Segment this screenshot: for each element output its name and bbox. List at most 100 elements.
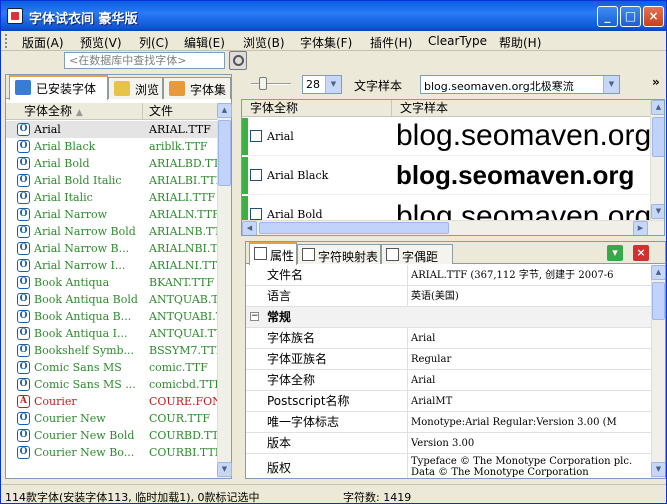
mark-checkbox[interactable] bbox=[250, 169, 262, 181]
property-row[interactable]: 语言 英语(美国) bbox=[246, 286, 651, 307]
font-name: Book Antiqua bbox=[34, 276, 110, 289]
column-header-fullname[interactable]: 字体全称 ▲ bbox=[6, 103, 143, 120]
scroll-left-icon[interactable]: ◀ bbox=[242, 221, 257, 235]
font-list-item[interactable]: O Courier New Bo... COURBI.TTF bbox=[6, 444, 217, 461]
opentype-font-icon: O bbox=[17, 174, 30, 187]
font-list-item[interactable]: O Book Antiqua BKANT.TTF bbox=[6, 274, 217, 291]
opentype-font-icon: O bbox=[17, 208, 30, 221]
size-slider-track[interactable] bbox=[251, 83, 291, 85]
font-list-item[interactable]: O Arial Italic ARIALI.TTF bbox=[6, 189, 217, 206]
title-bar[interactable]: 字体试衣间 豪华版 _ □ × bbox=[1, 1, 666, 31]
font-list-item[interactable]: O Arial Bold ARIALBD.TTF bbox=[6, 155, 217, 172]
tab-kerning[interactable]: 字偶距 bbox=[381, 244, 453, 264]
menu-edit[interactable]: 编辑(E) bbox=[184, 34, 225, 51]
font-list-item[interactable]: O Arial Bold Italic ARIALBI.TTF bbox=[6, 172, 217, 189]
scroll-down-icon[interactable]: ▼ bbox=[651, 204, 664, 219]
font-name: Arial Narrow Bold bbox=[34, 225, 136, 238]
font-list-item[interactable]: A Courier COURE.FON bbox=[6, 393, 217, 410]
font-list-scrollbar[interactable]: ▲ ▼ bbox=[217, 103, 232, 478]
font-list-item[interactable]: O Comic Sans MS ... comicbd.TTF bbox=[6, 376, 217, 393]
property-row[interactable]: Postscript名称 ArialMT bbox=[246, 391, 651, 412]
property-row[interactable]: 字体亚族名 Regular bbox=[246, 349, 651, 370]
sample-hscrollbar[interactable]: ◀ ▶ bbox=[242, 220, 664, 235]
scroll-up-icon[interactable]: ▲ bbox=[651, 100, 664, 115]
menu-layout[interactable]: 版面(A) bbox=[22, 34, 64, 51]
font-list-item[interactable]: O Book Antiqua I... ANTQUAI.TTF bbox=[6, 325, 217, 342]
column-header-fullname[interactable]: 字体全称 bbox=[242, 100, 392, 117]
opentype-font-icon: O bbox=[17, 412, 30, 425]
font-list-item[interactable]: O Book Antiqua B... ANTQUABI.TTF bbox=[6, 308, 217, 325]
scroll-right-icon[interactable]: ▶ bbox=[633, 221, 648, 235]
font-list-item[interactable]: O Book Antiqua Bold ANTQUAB.TTF bbox=[6, 291, 217, 308]
sample-vscrollbar[interactable]: ▲ ▼ bbox=[650, 100, 664, 220]
column-header-file[interactable]: 文件 bbox=[143, 103, 217, 120]
font-list-item[interactable]: O Arial Narrow Bold ARIALNB.TTF bbox=[6, 223, 217, 240]
property-row[interactable]: 字体族名 Arial bbox=[246, 328, 651, 349]
property-row[interactable]: 版权 Typeface © The Monotype Corporation pl… bbox=[246, 454, 651, 478]
property-row[interactable]: 唯一字体标志 Monotype:Arial Regular:Version 3.0… bbox=[246, 412, 651, 433]
menu-columns[interactable]: 列(C) bbox=[139, 34, 169, 51]
mark-checkbox[interactable] bbox=[250, 208, 262, 220]
minimize-button[interactable]: _ bbox=[597, 6, 618, 27]
font-list-item[interactable]: O Comic Sans MS comic.TTF bbox=[6, 359, 217, 376]
scroll-thumb[interactable] bbox=[652, 282, 665, 320]
collapse-panel-icon[interactable]: ▾ bbox=[607, 245, 623, 261]
font-list-item[interactable]: O Arial Narrow I... ARIALNI.TTF bbox=[6, 257, 217, 274]
tab-properties[interactable]: 属性 bbox=[249, 242, 297, 265]
tab-installed-fonts[interactable]: 已安装字体 bbox=[9, 75, 108, 100]
property-value: Arial bbox=[411, 375, 436, 386]
font-size-select[interactable]: 28 ▼ bbox=[302, 75, 342, 94]
chevron-down-icon[interactable]: ▼ bbox=[325, 76, 341, 93]
document-icon bbox=[254, 247, 267, 260]
menu-cleartype[interactable]: ClearType bbox=[428, 34, 487, 48]
menu-browse[interactable]: 浏览(B) bbox=[243, 34, 285, 51]
font-list-item[interactable]: O Arial ARIAL.TTF bbox=[6, 121, 217, 138]
collapse-icon[interactable]: − bbox=[250, 312, 259, 321]
mark-checkbox[interactable] bbox=[250, 130, 262, 142]
search-input[interactable]: <在数据库中查找字体> bbox=[64, 52, 225, 69]
font-list-item[interactable]: O Bookshelf Symb... BSSYM7.TTF bbox=[6, 342, 217, 359]
scroll-thumb[interactable] bbox=[652, 117, 664, 157]
scroll-thumb[interactable] bbox=[259, 222, 449, 234]
font-file: ARIALNI.TTF bbox=[149, 259, 217, 272]
scroll-down-icon[interactable]: ▼ bbox=[651, 462, 665, 477]
maximize-button[interactable]: □ bbox=[620, 6, 641, 27]
menu-plugins[interactable]: 插件(H) bbox=[370, 34, 412, 51]
size-slider-knob[interactable] bbox=[259, 77, 267, 90]
menu-fontset[interactable]: 字体集(F) bbox=[300, 34, 352, 51]
menu-help[interactable]: 帮助(H) bbox=[499, 34, 541, 51]
property-row[interactable]: 版本 Version 3.00 bbox=[246, 433, 651, 454]
overflow-chevron-icon[interactable]: » bbox=[652, 75, 660, 89]
property-row[interactable]: 文件名 ARIAL.TTF (367,112 字节, 创建于 2007-6 bbox=[246, 265, 651, 286]
font-list-item[interactable]: O Arial Narrow ARIALN.TTF bbox=[6, 206, 217, 223]
opentype-font-icon: O bbox=[17, 140, 30, 153]
property-value: Monotype:Arial Regular:Version 3.00 (M bbox=[411, 417, 617, 428]
scroll-up-icon[interactable]: ▲ bbox=[217, 103, 232, 118]
property-row[interactable]: 字体全称 Arial bbox=[246, 370, 651, 391]
scroll-down-icon[interactable]: ▼ bbox=[217, 462, 232, 477]
tab-browse[interactable]: 浏览 bbox=[108, 77, 163, 99]
font-list-item[interactable]: O Arial Narrow B... ARIALNBI.TTF bbox=[6, 240, 217, 257]
grid-icon bbox=[302, 248, 315, 261]
scroll-thumb[interactable] bbox=[218, 120, 231, 186]
tab-font-sets[interactable]: 字体集 bbox=[163, 77, 231, 99]
opentype-font-icon: O bbox=[17, 191, 30, 204]
properties-scrollbar[interactable]: ▲ ▼ bbox=[651, 265, 665, 478]
close-panel-icon[interactable]: × bbox=[633, 245, 649, 261]
sample-text-select[interactable]: blog.seomaven.org北极寒流 ▼ bbox=[420, 75, 620, 94]
search-icon[interactable] bbox=[229, 51, 247, 70]
font-list-item[interactable]: O Arial Black ariblk.TTF bbox=[6, 138, 217, 155]
column-header-sample[interactable]: 文字样本 bbox=[392, 100, 652, 117]
font-list-item[interactable]: O Courier New COUR.TTF bbox=[6, 410, 217, 427]
tab-charmap[interactable]: 字符映射表 bbox=[297, 244, 381, 264]
sample-row[interactable]: Arial blog.seomaven.org bbox=[242, 118, 652, 156]
selection-marker bbox=[242, 157, 248, 194]
sample-row[interactable]: Arial Black blog.seomaven.org bbox=[242, 157, 652, 195]
font-list-item[interactable]: O Courier New Bold COURBD.TTF bbox=[6, 427, 217, 444]
menu-preview[interactable]: 预览(V) bbox=[80, 34, 122, 51]
close-button[interactable]: × bbox=[643, 6, 664, 27]
property-category[interactable]: − 常规 bbox=[246, 307, 651, 328]
chevron-down-icon[interactable]: ▼ bbox=[603, 76, 619, 93]
font-file: BKANT.TTF bbox=[149, 276, 215, 289]
scroll-up-icon[interactable]: ▲ bbox=[651, 265, 665, 280]
